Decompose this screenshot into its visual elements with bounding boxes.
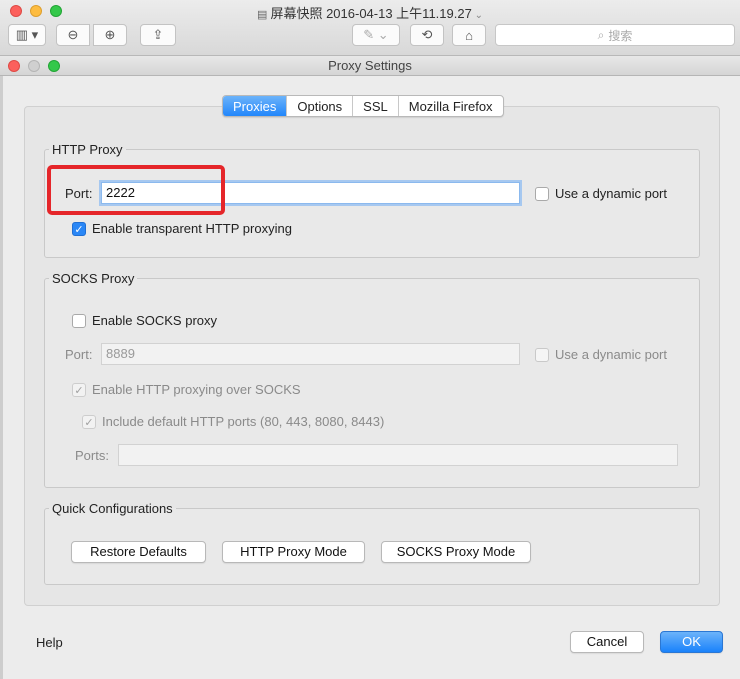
outer-title-text: 屏幕快照 2016-04-13 上午11.19.27 — [270, 6, 472, 21]
toolbox-button[interactable]: ⌂ — [452, 24, 486, 46]
checkmark-icon: ✓ — [84, 416, 94, 429]
toolbox-icon: ⌂ — [465, 27, 473, 43]
enable-socks-checkbox[interactable] — [72, 314, 86, 328]
socks-proxy-legend: SOCKS Proxy — [52, 271, 135, 286]
include-default-ports-checkbox: ✓ — [82, 415, 96, 429]
http-proxy-legend: HTTP Proxy — [52, 142, 123, 157]
socks-proxy-mode-button[interactable]: SOCKS Proxy Mode — [381, 541, 531, 563]
http-over-socks-checkbox: ✓ — [72, 383, 86, 397]
pen-icon: ✎ ⌄ — [363, 27, 389, 42]
tab-bar: Proxies Options SSL Mozilla Firefox — [222, 95, 504, 117]
http-over-socks-label: Enable HTTP proxying over SOCKS — [92, 382, 301, 397]
ok-button[interactable]: OK — [660, 631, 723, 653]
help-button[interactable]: Help — [36, 635, 63, 650]
zoom-out-button[interactable]: ⊖ — [56, 24, 90, 46]
tab-mozilla-firefox[interactable]: Mozilla Firefox — [399, 96, 503, 116]
socks-port-label: Port: — [65, 347, 93, 362]
outer-window-title: ▤ 屏幕快照 2016-04-13 上午11.19.27 ⌄ — [0, 3, 740, 22]
include-default-ports-label: Include default HTTP ports (80, 443, 808… — [102, 414, 385, 429]
transparent-proxying-checkbox[interactable]: ✓ — [72, 222, 86, 236]
annotation-highlight-box — [47, 165, 225, 215]
sidebar-toggle-button[interactable]: ▥ ▾ — [8, 24, 46, 46]
search-input[interactable]: ⌕ 搜索 — [495, 24, 735, 46]
checkmark-icon: ✓ — [74, 384, 84, 397]
document-icon: ▤ — [257, 9, 271, 21]
tab-ssl[interactable]: SSL — [353, 96, 399, 116]
share-button[interactable]: ⇪ — [140, 24, 176, 46]
rotate-icon: ⟲ — [421, 27, 433, 42]
enable-socks-label: Enable SOCKS proxy — [92, 313, 218, 328]
search-icon: ⌕ — [597, 27, 605, 42]
restore-defaults-button[interactable]: Restore Defaults — [71, 541, 206, 563]
chevron-down-icon[interactable]: ⌄ — [472, 10, 483, 21]
rotate-button[interactable]: ⟲ — [410, 24, 444, 46]
zoom-in-icon: ⊕ — [104, 27, 116, 42]
tab-proxies[interactable]: Proxies — [223, 96, 288, 116]
http-proxy-mode-button[interactable]: HTTP Proxy Mode — [222, 541, 365, 563]
ports-label: Ports: — [75, 448, 109, 463]
socks-dynamic-port-checkbox — [535, 348, 549, 362]
sidebar-icon: ▥ ▾ — [15, 27, 39, 42]
share-icon: ⇪ — [152, 27, 164, 42]
cancel-button[interactable]: Cancel — [570, 631, 644, 653]
zoom-in-button[interactable]: ⊕ — [93, 24, 127, 46]
socks-dynamic-port-label: Use a dynamic port — [555, 347, 667, 362]
http-dynamic-port-label: Use a dynamic port — [555, 186, 667, 201]
background-window-edge — [0, 76, 3, 679]
search-placeholder: 搜索 — [608, 28, 633, 43]
dialog-title: Proxy Settings — [328, 58, 412, 73]
zoom-out-icon: ⊖ — [67, 27, 79, 42]
checkmark-icon: ✓ — [74, 223, 84, 236]
socks-port-input: 8889 — [101, 343, 520, 365]
transparent-proxying-label: Enable transparent HTTP proxying — [92, 221, 292, 236]
http-dynamic-port-checkbox[interactable] — [535, 187, 549, 201]
tab-options[interactable]: Options — [287, 96, 354, 116]
ports-input — [118, 444, 678, 466]
markup-button[interactable]: ✎ ⌄ — [352, 24, 400, 46]
quick-config-legend: Quick Configurations — [52, 501, 173, 516]
